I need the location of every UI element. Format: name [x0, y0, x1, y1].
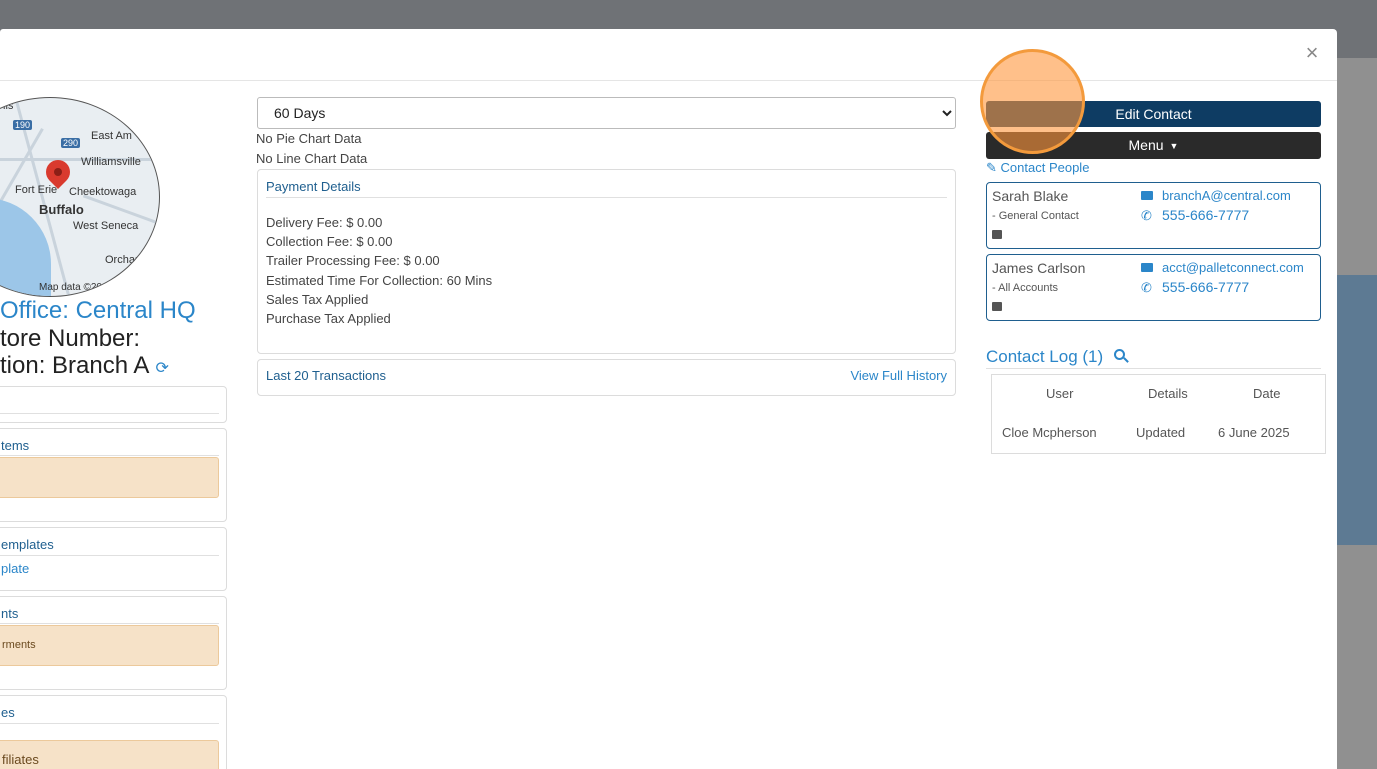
map-label: Williamsville [81, 156, 141, 168]
notes-icon[interactable] [992, 230, 1002, 239]
refresh-icon[interactable]: ⟳ [155, 358, 168, 378]
contact-people-link[interactable]: ✎ Contact People [986, 160, 1089, 176]
column-header-user: User [1046, 386, 1074, 401]
line-chart-empty: No Line Chart Data [256, 151, 368, 166]
contact-name: Sarah Blake [992, 188, 1069, 204]
store-number: tore Number: [0, 325, 141, 352]
contact-name: James Carlson [992, 260, 1086, 276]
phone-icon: ✆ [1141, 208, 1152, 223]
menu-label: Menu [1128, 137, 1164, 153]
left-card-items: tems [0, 428, 227, 522]
left-card [0, 386, 227, 423]
card-title: nts [1, 606, 19, 621]
card-divider [0, 555, 219, 556]
card-title: emplates [1, 537, 54, 552]
edit-icon: ✎ [986, 160, 997, 175]
transactions-panel: Last 20 Transactions View Full History [257, 359, 956, 396]
highway-shield: 190 [13, 120, 33, 130]
card-divider [0, 623, 219, 624]
log-user: Cloe Mcpherson [1002, 425, 1097, 440]
left-card-affiliates: es filiates [0, 695, 227, 769]
card-warning [0, 457, 219, 498]
notes-icon[interactable] [992, 302, 1002, 311]
map-label: Cheektowaga [69, 186, 137, 198]
date-range-select[interactable]: 60 Days [257, 97, 956, 129]
contact-log-title: Contact Log (1) [986, 347, 1129, 367]
search-icon[interactable] [1113, 349, 1129, 363]
card-divider [0, 455, 219, 456]
sales-tax: Sales Tax Applied [266, 292, 369, 307]
map-label: lls [3, 100, 14, 112]
contact-details-modal: × lls East Am Williamsville Fort Erie Ch… [0, 29, 1337, 769]
log-details: Updated [1136, 425, 1186, 440]
trailer-processing-fee: Trailer Processing Fee: $ 0.00 [266, 253, 440, 268]
log-divider [986, 368, 1321, 369]
card-title: tems [1, 438, 30, 453]
column-header-date: Date [1253, 386, 1281, 401]
location-line: tion: Branch A ⟳ [0, 352, 169, 380]
add-template-link[interactable]: plate [1, 561, 29, 576]
contact-role: - General Contact [992, 210, 1079, 222]
envelope-icon [1141, 263, 1153, 272]
collection-fee: Collection Fee: $ 0.00 [266, 234, 393, 249]
left-card-documents: nts rments [0, 596, 227, 690]
phone-icon: ✆ [1141, 280, 1152, 295]
contact-card: Sarah Blake - General Contact branchA@ce… [986, 182, 1321, 249]
payment-details-panel: Payment Details Delivery Fee: $ 0.00 Col… [257, 169, 956, 354]
contact-log-table: User Details Date Cloe Mcpherson Updated… [991, 374, 1326, 454]
caret-down-icon: ▼ [1169, 140, 1179, 151]
click-indicator [980, 49, 1085, 154]
purchase-tax: Purchase Tax Applied [266, 311, 391, 326]
collection-time: Estimated Time For Collection: 60 Mins [266, 273, 493, 288]
map-label: Fort Erie [15, 184, 58, 196]
map-attribution: Map data ©20 [39, 282, 102, 293]
column-header-details: Details [1148, 386, 1188, 401]
contact-log-label: Contact Log (1) [986, 347, 1104, 366]
contact-phone[interactable]: 555-666-7777 [1162, 279, 1249, 295]
office-title: Office: Central HQ [0, 297, 196, 324]
contact-email[interactable]: branchA@central.com [1162, 188, 1291, 203]
pie-chart-empty: No Pie Chart Data [256, 131, 362, 146]
background-app-panel [1337, 275, 1377, 545]
card-warning: rments [0, 625, 219, 666]
card-title: es [1, 705, 15, 720]
card-warning: filiates [0, 740, 219, 769]
close-icon[interactable]: × [1302, 42, 1322, 64]
modal-header: × [0, 29, 1337, 81]
contact-people-label: Contact People [1000, 160, 1090, 175]
contact-email[interactable]: acct@palletconnect.com [1162, 260, 1304, 275]
contact-role: - All Accounts [992, 282, 1059, 294]
map-label: Buffalo [39, 202, 84, 217]
location-map[interactable]: lls East Am Williamsville Fort Erie Chee… [0, 97, 160, 297]
transactions-title: Last 20 Transactions [266, 368, 386, 383]
delivery-fee: Delivery Fee: $ 0.00 [266, 215, 383, 230]
panel-divider [266, 197, 947, 198]
left-card-templates: emplates plate [0, 527, 227, 591]
log-date: 6 June 2025 [1218, 425, 1290, 440]
highway-shield: 290 [61, 138, 81, 148]
map-label: Orchard Pa [105, 254, 160, 266]
envelope-icon [1141, 191, 1153, 200]
contact-card: James Carlson - All Accounts acct@pallet… [986, 254, 1321, 321]
map-label: East Am [91, 130, 132, 142]
map-label: West Seneca [73, 220, 139, 232]
contact-phone[interactable]: 555-666-7777 [1162, 207, 1249, 223]
location-name: tion: Branch A [0, 352, 150, 379]
card-divider [0, 723, 219, 724]
view-full-history-link[interactable]: View Full History [850, 368, 947, 383]
card-divider [0, 413, 219, 414]
payment-details-title: Payment Details [266, 179, 361, 194]
